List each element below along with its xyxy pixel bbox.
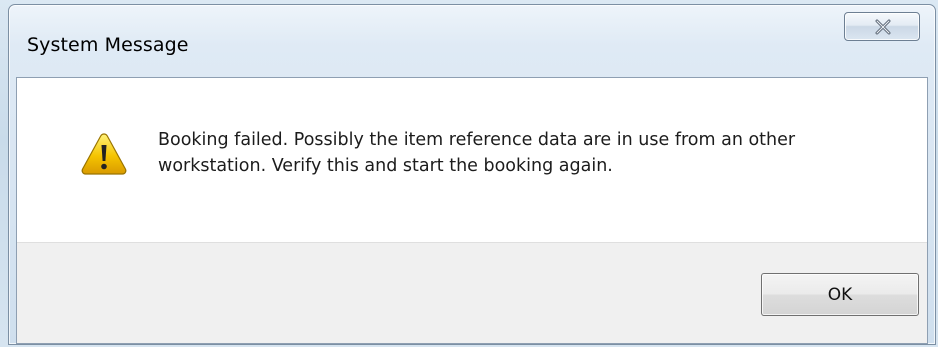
message-panel: Booking failed. Possibly the item refere…	[17, 78, 927, 242]
dialog-client-area: Booking failed. Possibly the item refere…	[16, 77, 928, 344]
warning-icon	[81, 133, 127, 175]
error-message: Booking failed. Possibly the item refere…	[158, 130, 796, 176]
close-icon	[875, 19, 891, 35]
ok-button[interactable]: OK	[761, 273, 919, 316]
button-bar: OK	[17, 242, 927, 343]
title-bar[interactable]: System Message	[9, 5, 935, 77]
system-message-dialog: System Message Booking failed. Possibly …	[8, 4, 936, 345]
window-title: System Message	[27, 34, 189, 56]
close-button[interactable]	[844, 12, 920, 41]
